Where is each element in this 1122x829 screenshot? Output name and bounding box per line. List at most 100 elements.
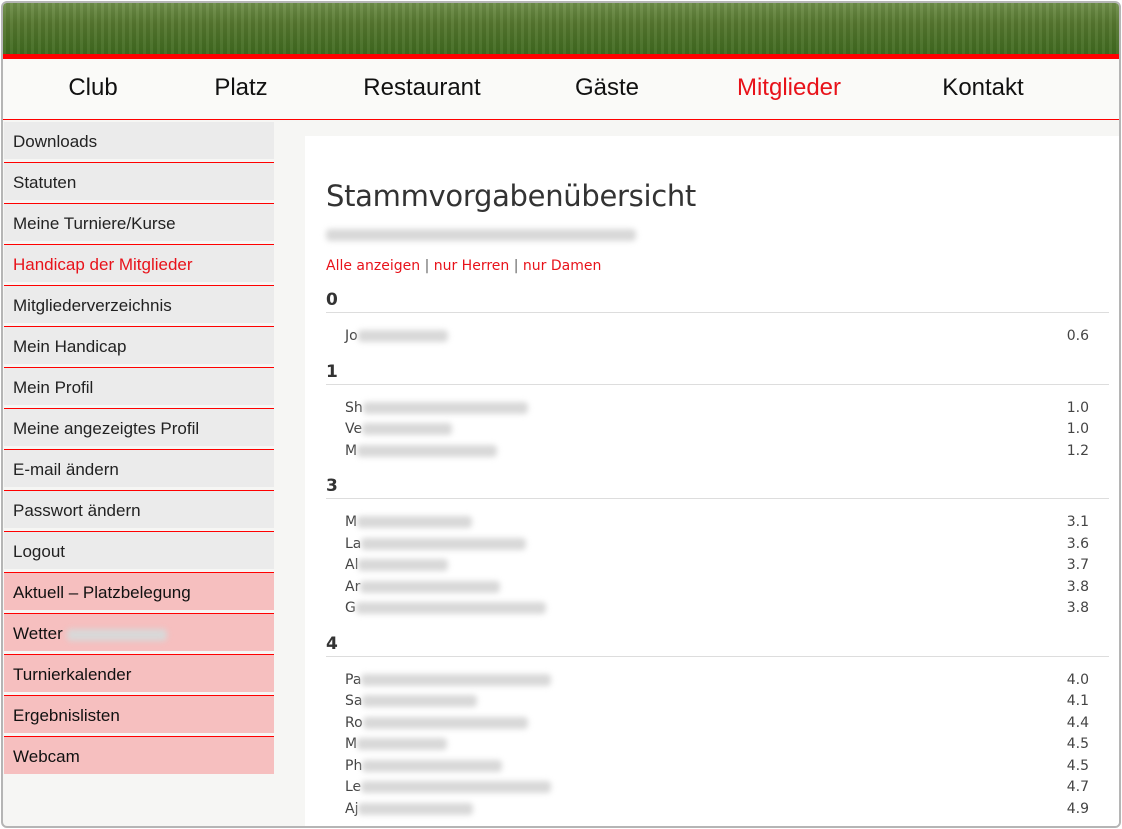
member-name: Ro — [345, 714, 363, 731]
sidebar-item[interactable]: Wetter — [4, 613, 274, 654]
sidebar-item[interactable]: Webcam — [4, 736, 274, 777]
member-row[interactable]: Al 3.7 — [326, 555, 1109, 577]
member-row[interactable]: M 3.1 — [326, 512, 1109, 534]
handicap-value: 4.9 — [1066, 800, 1089, 817]
member-name: Ph — [345, 757, 363, 774]
redacted-text — [360, 580, 501, 593]
filter-all-link[interactable]: Alle anzeigen — [326, 258, 420, 274]
sidebar-item-box: Downloads — [4, 122, 274, 159]
handicap-group: 1 Sh 1.0 Ve 1.0 M 1.2 — [326, 360, 1109, 463]
filter-women-link[interactable]: nur Damen — [523, 258, 601, 274]
nav-item-3[interactable]: Gäste — [575, 74, 639, 102]
browser-page: Club Platz Restaurant Gäste Mitglieder Kontak… — [1, 1, 1121, 828]
member-row[interactable]: M 1.2 — [326, 441, 1109, 463]
handicap-value: 3.6 — [1066, 535, 1089, 552]
handicap-value: 4.1 — [1066, 693, 1089, 709]
nav-item-4[interactable]: Mitglieder — [737, 74, 841, 102]
member-name: Ve — [345, 421, 363, 437]
redacted-text — [358, 559, 449, 571]
member-name: Pa — [345, 671, 362, 688]
redacted-text — [357, 330, 448, 342]
sidebar-item-box: Passwort ändern — [4, 491, 274, 528]
handicap-value: 1.2 — [1066, 442, 1089, 459]
nav-item-0[interactable]: Club — [68, 74, 117, 102]
redacted-text — [362, 401, 528, 414]
sidebar-item-box: Mein Profil — [4, 368, 274, 405]
sidebar-item[interactable]: Aktuell – Platzbelegung — [4, 572, 274, 613]
member-name: Sh — [345, 399, 363, 416]
handicap-group: 3 M 3.1 La 3.6 Al 3.7 Ar 3.8 G 3.8 — [326, 474, 1109, 620]
member-name: La — [345, 535, 362, 552]
sidebar-item[interactable]: E-mail ändern — [4, 449, 274, 490]
sidebar-item-box: E-mail ändern — [4, 450, 274, 487]
member-row[interactable]: Aj 4.9 — [326, 799, 1109, 821]
sidebar-item[interactable]: Passwort ändern — [4, 490, 274, 531]
member-row[interactable]: Ro 4.4 — [326, 713, 1109, 735]
nav-item-1[interactable]: Platz — [214, 74, 267, 102]
sidebar-item[interactable]: Handicap der Mitglieder — [4, 244, 274, 285]
main-content: Stammvorgabenübersicht Alle anzeigen | n… — [305, 136, 1119, 826]
redacted-text — [361, 673, 552, 686]
sidebar-item[interactable]: Logout — [4, 531, 274, 572]
sidebar-item[interactable]: Meine Turniere/Kurse — [4, 203, 274, 244]
sidebar-item[interactable]: Mein Handicap — [4, 326, 274, 367]
member-name: M — [345, 736, 358, 752]
sidebar-item[interactable]: Mitgliederverzeichnis — [4, 285, 274, 326]
sidebar-item-label: Passwort ändern — [13, 501, 141, 520]
sidebar-item-label: Wetter — [13, 624, 63, 643]
handicap-value: 4.4 — [1066, 714, 1089, 731]
sidebar-item-label: Turnierkalender — [13, 665, 132, 684]
member-row[interactable]: Sh 1.0 — [326, 398, 1109, 420]
redacted-text — [355, 602, 546, 614]
sidebar-item-label: Webcam — [13, 747, 80, 766]
sidebar-item-box: Logout — [4, 532, 274, 569]
sidebar-item-box: Ergebnislisten — [4, 696, 274, 733]
member-row[interactable]: Sa 4.1 — [326, 691, 1109, 713]
handicap-group: 4 Pa 4.0 Sa 4.1 Ro 4.4 M 4.5 Ph 4.5 Le 4.7 Aj 4.9 — [326, 632, 1109, 821]
sidebar-item-box: Wetter — [4, 614, 274, 651]
nav-item-5[interactable]: Kontakt — [942, 74, 1023, 102]
sidebar-item-label: Mein Profil — [13, 378, 94, 397]
separator: | — [424, 258, 430, 274]
member-row[interactable]: La 3.6 — [326, 534, 1109, 556]
member-row[interactable]: Ve 1.0 — [326, 419, 1109, 441]
filter-men-link[interactable]: nur Herren — [434, 258, 510, 274]
member-name: Sa — [345, 693, 363, 709]
sidebar-item-box: Meine angezeigtes Profil — [4, 409, 274, 446]
member-row[interactable]: Ar 3.8 — [326, 577, 1109, 599]
member-row[interactable]: Ph 4.5 — [326, 756, 1109, 778]
handicap-value: 0.6 — [1066, 328, 1089, 344]
sidebar-item[interactable]: Ergebnislisten — [4, 695, 274, 736]
member-row[interactable]: M 4.5 — [326, 734, 1109, 756]
sidebar-item[interactable]: Turnierkalender — [4, 654, 274, 695]
nav-item-2[interactable]: Restaurant — [363, 74, 480, 102]
sidebar-item-label: Handicap der Mitglieder — [13, 255, 193, 274]
sidebar-item[interactable]: Statuten — [4, 162, 274, 203]
sidebar-item-label: Meine Turniere/Kurse — [13, 214, 176, 233]
sidebar-item-label: Downloads — [13, 132, 98, 151]
handicap-value: 3.8 — [1066, 600, 1089, 616]
redacted-text — [358, 802, 474, 815]
sidebar-item-box: Webcam — [4, 737, 274, 774]
sidebar-item-label: Mitgliederverzeichnis — [13, 296, 172, 315]
redacted-text — [362, 695, 478, 707]
sidebar-item-label: E-mail ändern — [13, 460, 119, 479]
member-row[interactable]: Pa 4.0 — [326, 670, 1109, 692]
member-name: G — [345, 600, 356, 616]
sidebar-item-box: Statuten — [4, 163, 274, 200]
member-name: M — [345, 442, 358, 459]
sidebar-item[interactable]: Mein Profil — [4, 367, 274, 408]
redacted-text — [357, 444, 498, 457]
redacted-text — [361, 781, 552, 793]
sidebar-item-label: Logout — [13, 542, 65, 561]
member-row[interactable]: G 3.8 — [326, 598, 1109, 620]
page-title: Stammvorgabenübersicht — [326, 179, 696, 213]
sidebar-item[interactable]: Meine angezeigtes Profil — [4, 408, 274, 449]
member-row[interactable]: Jo 0.6 — [326, 326, 1109, 348]
group-heading: 3 — [326, 474, 1109, 499]
redacted-text — [66, 628, 167, 641]
sidebar-item[interactable]: Downloads — [4, 121, 274, 162]
sidebar-item-box: Aktuell – Platzbelegung — [4, 573, 274, 610]
member-row[interactable]: Le 4.7 — [326, 777, 1109, 799]
member-name: Ar — [345, 578, 361, 595]
